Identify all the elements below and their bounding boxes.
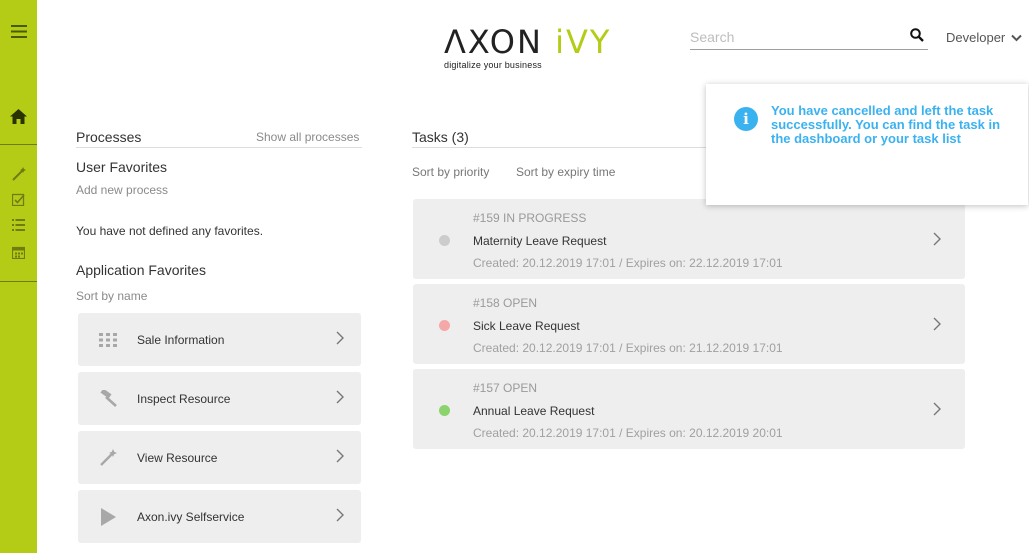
logo: ΛXON iVY digitalize your business: [444, 26, 624, 70]
chevron-right-icon: [933, 402, 941, 421]
chevron-right-icon: [933, 317, 941, 336]
task-name: Sick Leave Request: [473, 319, 580, 333]
app-favorite-item[interactable]: Sale Information: [78, 313, 361, 366]
user-name: Developer: [946, 30, 1006, 45]
hammer-icon: [96, 387, 120, 411]
task-item[interactable]: #157 OPEN Annual Leave Request Created: …: [413, 369, 965, 449]
application-favorites-title: Application Favorites: [76, 262, 206, 278]
task-id-state: #157 OPEN: [473, 381, 538, 395]
app-favorite-label: View Resource: [137, 450, 218, 465]
search-icon[interactable]: [910, 28, 924, 47]
user-menu[interactable]: Developer: [946, 30, 1022, 45]
processes-title: Processes: [76, 129, 142, 145]
task-id-state: #158 OPEN: [473, 296, 538, 310]
task-dates: Created: 20.12.2019 17:01 / Expires on: …: [473, 256, 783, 270]
priority-dot: [439, 405, 450, 416]
app-favorite-label: Axon.ivy Selfservice: [137, 509, 245, 524]
priority-dot: [439, 235, 450, 246]
app-favorite-label: Inspect Resource: [137, 391, 231, 406]
sidebar-divider: [0, 281, 37, 282]
tasks-title: Tasks (3): [412, 129, 469, 145]
divider: [76, 147, 362, 148]
sidebar: [0, 0, 37, 553]
sort-by-name-link[interactable]: Sort by name: [76, 289, 147, 303]
app-favorite-item[interactable]: View Resource: [78, 431, 361, 484]
task-dates: Created: 20.12.2019 17:01 / Expires on: …: [473, 341, 783, 355]
notification-message: You have cancelled and left the task suc…: [771, 103, 1001, 146]
search-input[interactable]: [690, 26, 900, 48]
task-id-state: #159 IN PROGRESS: [473, 211, 587, 225]
play-icon: [96, 505, 120, 529]
logo-ivy: iVY: [555, 23, 612, 61]
notification-toast[interactable]: i You have cancelled and left the task s…: [706, 84, 1028, 205]
task-name: Maternity Leave Request: [473, 234, 607, 248]
chevron-right-icon: [336, 508, 344, 527]
list-icon[interactable]: [0, 216, 37, 234]
app-favorite-item[interactable]: Inspect Resource: [78, 372, 361, 425]
add-new-process-link[interactable]: Add new process: [76, 183, 168, 197]
chevron-right-icon: [336, 331, 344, 350]
show-all-processes-link[interactable]: Show all processes: [256, 130, 359, 144]
task-item[interactable]: #159 IN PROGRESS Maternity Leave Request…: [413, 199, 965, 279]
no-favorites-text: You have not defined any favorites.: [76, 224, 264, 238]
sort-by-expiry-link[interactable]: Sort by expiry time: [516, 165, 615, 179]
chevron-down-icon: [1011, 30, 1022, 45]
grid-icon: [96, 328, 120, 352]
app-favorite-item[interactable]: Axon.ivy Selfservice: [78, 490, 361, 543]
magic-wand-icon[interactable]: [0, 165, 37, 183]
task-name: Annual Leave Request: [473, 404, 595, 418]
priority-dot: [439, 320, 450, 331]
home-icon[interactable]: [0, 106, 37, 126]
chevron-right-icon: [336, 449, 344, 468]
search-box: [690, 26, 928, 50]
logo-axon: ΛXON: [444, 23, 543, 61]
app-favorite-label: Sale Information: [137, 332, 225, 347]
chevron-right-icon: [933, 232, 941, 251]
info-icon: i: [734, 107, 758, 131]
chevron-right-icon: [336, 390, 344, 409]
sort-by-priority-link[interactable]: Sort by priority: [412, 165, 489, 179]
magic-wand-icon: [96, 446, 120, 470]
task-check-icon[interactable]: [0, 190, 37, 208]
sidebar-divider: [0, 144, 37, 145]
menu-icon[interactable]: [0, 21, 37, 41]
logo-tagline: digitalize your business: [444, 60, 542, 70]
task-dates: Created: 20.12.2019 17:01 / Expires on: …: [473, 426, 783, 440]
calendar-icon[interactable]: [0, 243, 37, 261]
task-item[interactable]: #158 OPEN Sick Leave Request Created: 20…: [413, 284, 965, 364]
user-favorites-title: User Favorites: [76, 159, 168, 175]
